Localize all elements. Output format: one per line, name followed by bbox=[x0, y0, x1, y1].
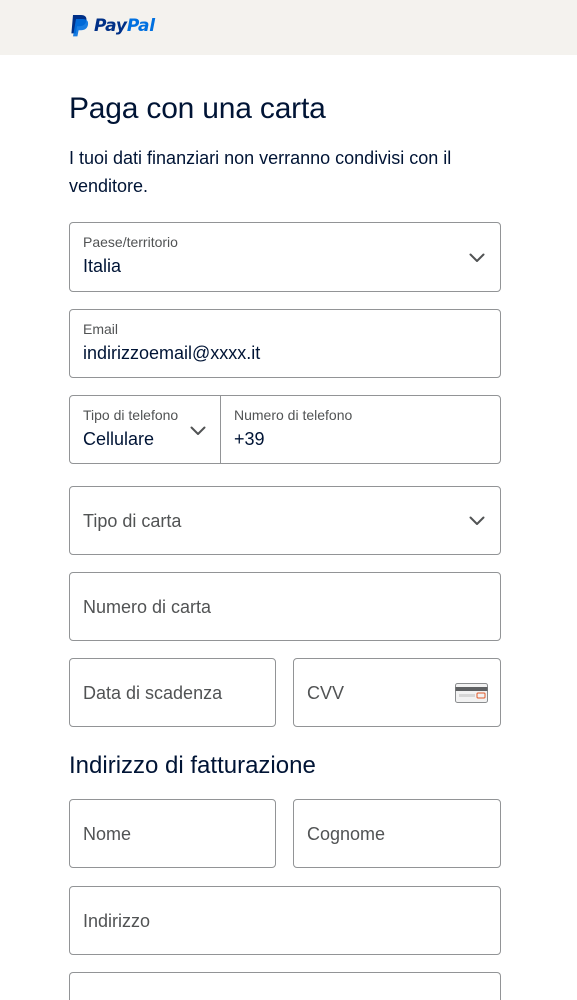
card-type-placeholder: Tipo di carta bbox=[83, 511, 182, 531]
email-field[interactable]: Email indirizzoemail@xxxx.it bbox=[69, 309, 501, 378]
chevron-down-icon bbox=[190, 426, 206, 436]
address-field[interactable]: Indirizzo bbox=[69, 886, 501, 955]
page-title: Paga con una carta bbox=[69, 92, 326, 125]
billing-heading: Indirizzo di fatturazione bbox=[69, 752, 316, 779]
last-name-placeholder: Cognome bbox=[307, 824, 386, 844]
phone-number-label: Numero di telefono bbox=[234, 407, 353, 423]
page-subtitle: I tuoi dati finanziari non verranno cond… bbox=[69, 148, 452, 196]
cvv-placeholder: CVV bbox=[307, 683, 345, 703]
country-value: Italia bbox=[83, 256, 122, 276]
expiry-field[interactable]: Data di scadenza bbox=[69, 658, 276, 727]
card-type-select[interactable]: Tipo di carta bbox=[69, 486, 501, 555]
paypal-wordmark: PayPal bbox=[94, 15, 155, 36]
address-placeholder: Indirizzo bbox=[83, 911, 151, 931]
phone-group: Tipo di telefono Cellulare Numero di tel… bbox=[69, 395, 501, 464]
phone-type-value: Cellulare bbox=[83, 429, 155, 449]
header-bar: PayPal bbox=[0, 0, 577, 55]
phone-number-value: +39 bbox=[234, 429, 265, 449]
cvv-field[interactable]: CVV bbox=[293, 658, 501, 727]
country-select[interactable]: Paese/territorio Italia bbox=[69, 222, 501, 292]
country-label: Paese/territorio bbox=[83, 234, 178, 250]
phone-number-field[interactable]: Numero di telefono +39 bbox=[221, 396, 500, 463]
address-line-2-field[interactable] bbox=[69, 972, 501, 1000]
card-number-placeholder: Numero di carta bbox=[83, 597, 212, 617]
paypal-p-icon bbox=[71, 15, 89, 37]
first-name-field[interactable]: Nome bbox=[69, 799, 276, 868]
email-value: indirizzoemail@xxxx.it bbox=[83, 343, 261, 363]
first-name-placeholder: Nome bbox=[83, 824, 132, 844]
email-label: Email bbox=[83, 321, 119, 337]
paypal-logo[interactable]: PayPal bbox=[69, 14, 155, 37]
phone-type-label: Tipo di telefono bbox=[83, 407, 179, 423]
card-cvv-icon bbox=[455, 683, 488, 703]
phone-type-select[interactable]: Tipo di telefono Cellulare bbox=[70, 396, 220, 463]
chevron-down-icon bbox=[469, 253, 485, 263]
last-name-field[interactable]: Cognome bbox=[293, 799, 501, 868]
chevron-down-icon bbox=[469, 516, 485, 526]
card-number-field[interactable]: Numero di carta bbox=[69, 572, 501, 641]
expiry-placeholder: Data di scadenza bbox=[83, 683, 223, 703]
